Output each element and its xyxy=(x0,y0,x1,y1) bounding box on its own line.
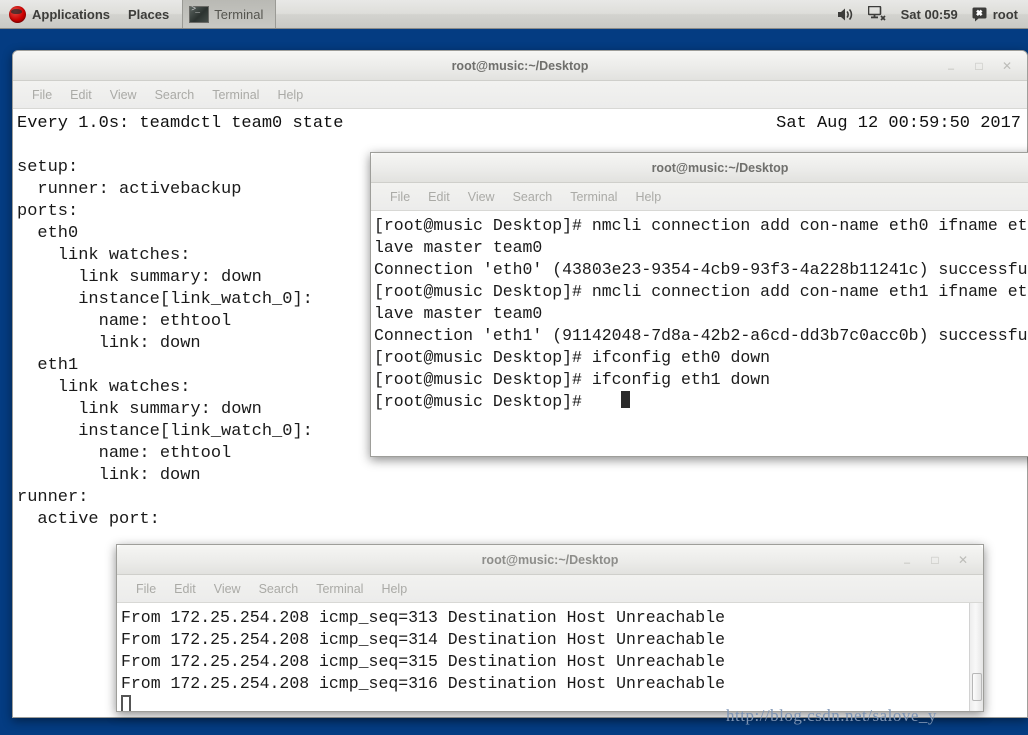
menu-view[interactable]: View xyxy=(459,188,504,206)
watermark: http://blog.csdn.net/salove_y xyxy=(726,706,937,725)
menu-view[interactable]: View xyxy=(205,580,250,598)
titlebar-ping[interactable]: root@music:~/Desktop xyxy=(117,545,983,575)
taskbar-item-terminal[interactable]: Terminal xyxy=(182,0,277,28)
places-menu-label: Places xyxy=(128,6,170,22)
close-button[interactable] xyxy=(957,554,969,566)
window-title-watch: root@music:~/Desktop xyxy=(451,58,589,73)
terminal-window-ping[interactable]: root@music:~/Desktop File Edit View Sear… xyxy=(116,544,984,712)
titlebar-watch[interactable]: root@music:~/Desktop xyxy=(13,51,1027,81)
terminal-icon xyxy=(189,5,210,23)
close-button[interactable] xyxy=(1001,60,1013,72)
menu-edit[interactable]: Edit xyxy=(61,86,101,104)
redhat-logo-icon xyxy=(9,5,26,23)
panel-clock[interactable]: Sat 00:59 xyxy=(901,7,958,22)
menu-search[interactable]: Search xyxy=(250,580,308,598)
ping-output: From 172.25.254.208 icmp_seq=313 Destina… xyxy=(121,608,725,693)
window-title-nmcli: root@music:~/Desktop xyxy=(651,160,789,175)
user-menu-label: root xyxy=(992,6,1018,22)
taskbar-item-terminal-label: Terminal xyxy=(214,6,264,22)
watch-header-command: Every 1.0s: teamdctl team0 state xyxy=(17,114,344,133)
top-panel: Applications Places Terminal xyxy=(0,0,1028,29)
applications-menu[interactable]: Applications xyxy=(0,0,119,28)
terminal-output-nmcli[interactable]: [root@music Desktop]# nmcli connection a… xyxy=(371,211,1028,456)
menubar-ping: File Edit View Search Terminal Help xyxy=(117,575,983,603)
menu-file[interactable]: File xyxy=(381,188,419,206)
applications-menu-label: Applications xyxy=(32,6,111,22)
menu-help[interactable]: Help xyxy=(372,580,416,598)
text-cursor-inactive xyxy=(121,695,131,711)
menubar-watch: File Edit View Search Terminal Help xyxy=(13,81,1027,109)
menu-file[interactable]: File xyxy=(23,86,61,104)
titlebar-nmcli[interactable]: root@music:~/Desktop xyxy=(371,153,1028,183)
menu-help[interactable]: Help xyxy=(626,188,670,206)
menu-terminal[interactable]: Terminal xyxy=(307,580,372,598)
maximize-button[interactable] xyxy=(973,60,985,72)
nmcli-command-output: [root@music Desktop]# nmcli connection a… xyxy=(374,216,1028,411)
menu-terminal[interactable]: Terminal xyxy=(203,86,268,104)
user-status-icon xyxy=(972,7,987,22)
volume-icon[interactable] xyxy=(837,7,854,22)
minimize-button[interactable] xyxy=(945,60,957,72)
menu-view[interactable]: View xyxy=(101,86,146,104)
scrollbar-vertical[interactable] xyxy=(969,603,983,711)
menu-help[interactable]: Help xyxy=(268,86,312,104)
network-disconnected-icon[interactable] xyxy=(867,6,887,22)
places-menu[interactable]: Places xyxy=(119,0,178,28)
text-cursor xyxy=(621,391,630,408)
menu-edit[interactable]: Edit xyxy=(165,580,205,598)
menu-terminal[interactable]: Terminal xyxy=(561,188,626,206)
menubar-nmcli: File Edit View Search Terminal Help xyxy=(371,183,1028,211)
terminal-window-nmcli[interactable]: root@music:~/Desktop File Edit View Sear… xyxy=(370,152,1028,457)
window-title-ping: root@music:~/Desktop xyxy=(481,552,619,567)
user-menu[interactable]: root xyxy=(972,7,1018,22)
menu-edit[interactable]: Edit xyxy=(419,188,459,206)
desktop: Applications Places Terminal xyxy=(0,0,1028,735)
menu-search[interactable]: Search xyxy=(146,86,204,104)
terminal-output-ping[interactable]: From 172.25.254.208 icmp_seq=313 Destina… xyxy=(117,603,983,711)
minimize-button[interactable] xyxy=(901,554,913,566)
menu-search[interactable]: Search xyxy=(504,188,562,206)
maximize-button[interactable] xyxy=(929,554,941,566)
menu-file[interactable]: File xyxy=(127,580,165,598)
scrollbar-thumb[interactable] xyxy=(972,673,982,701)
watch-header: Every 1.0s: teamdctl team0 state Sat Aug… xyxy=(17,113,1027,135)
watch-header-timestamp: Sat Aug 12 00:59:50 2017 xyxy=(776,114,1021,133)
